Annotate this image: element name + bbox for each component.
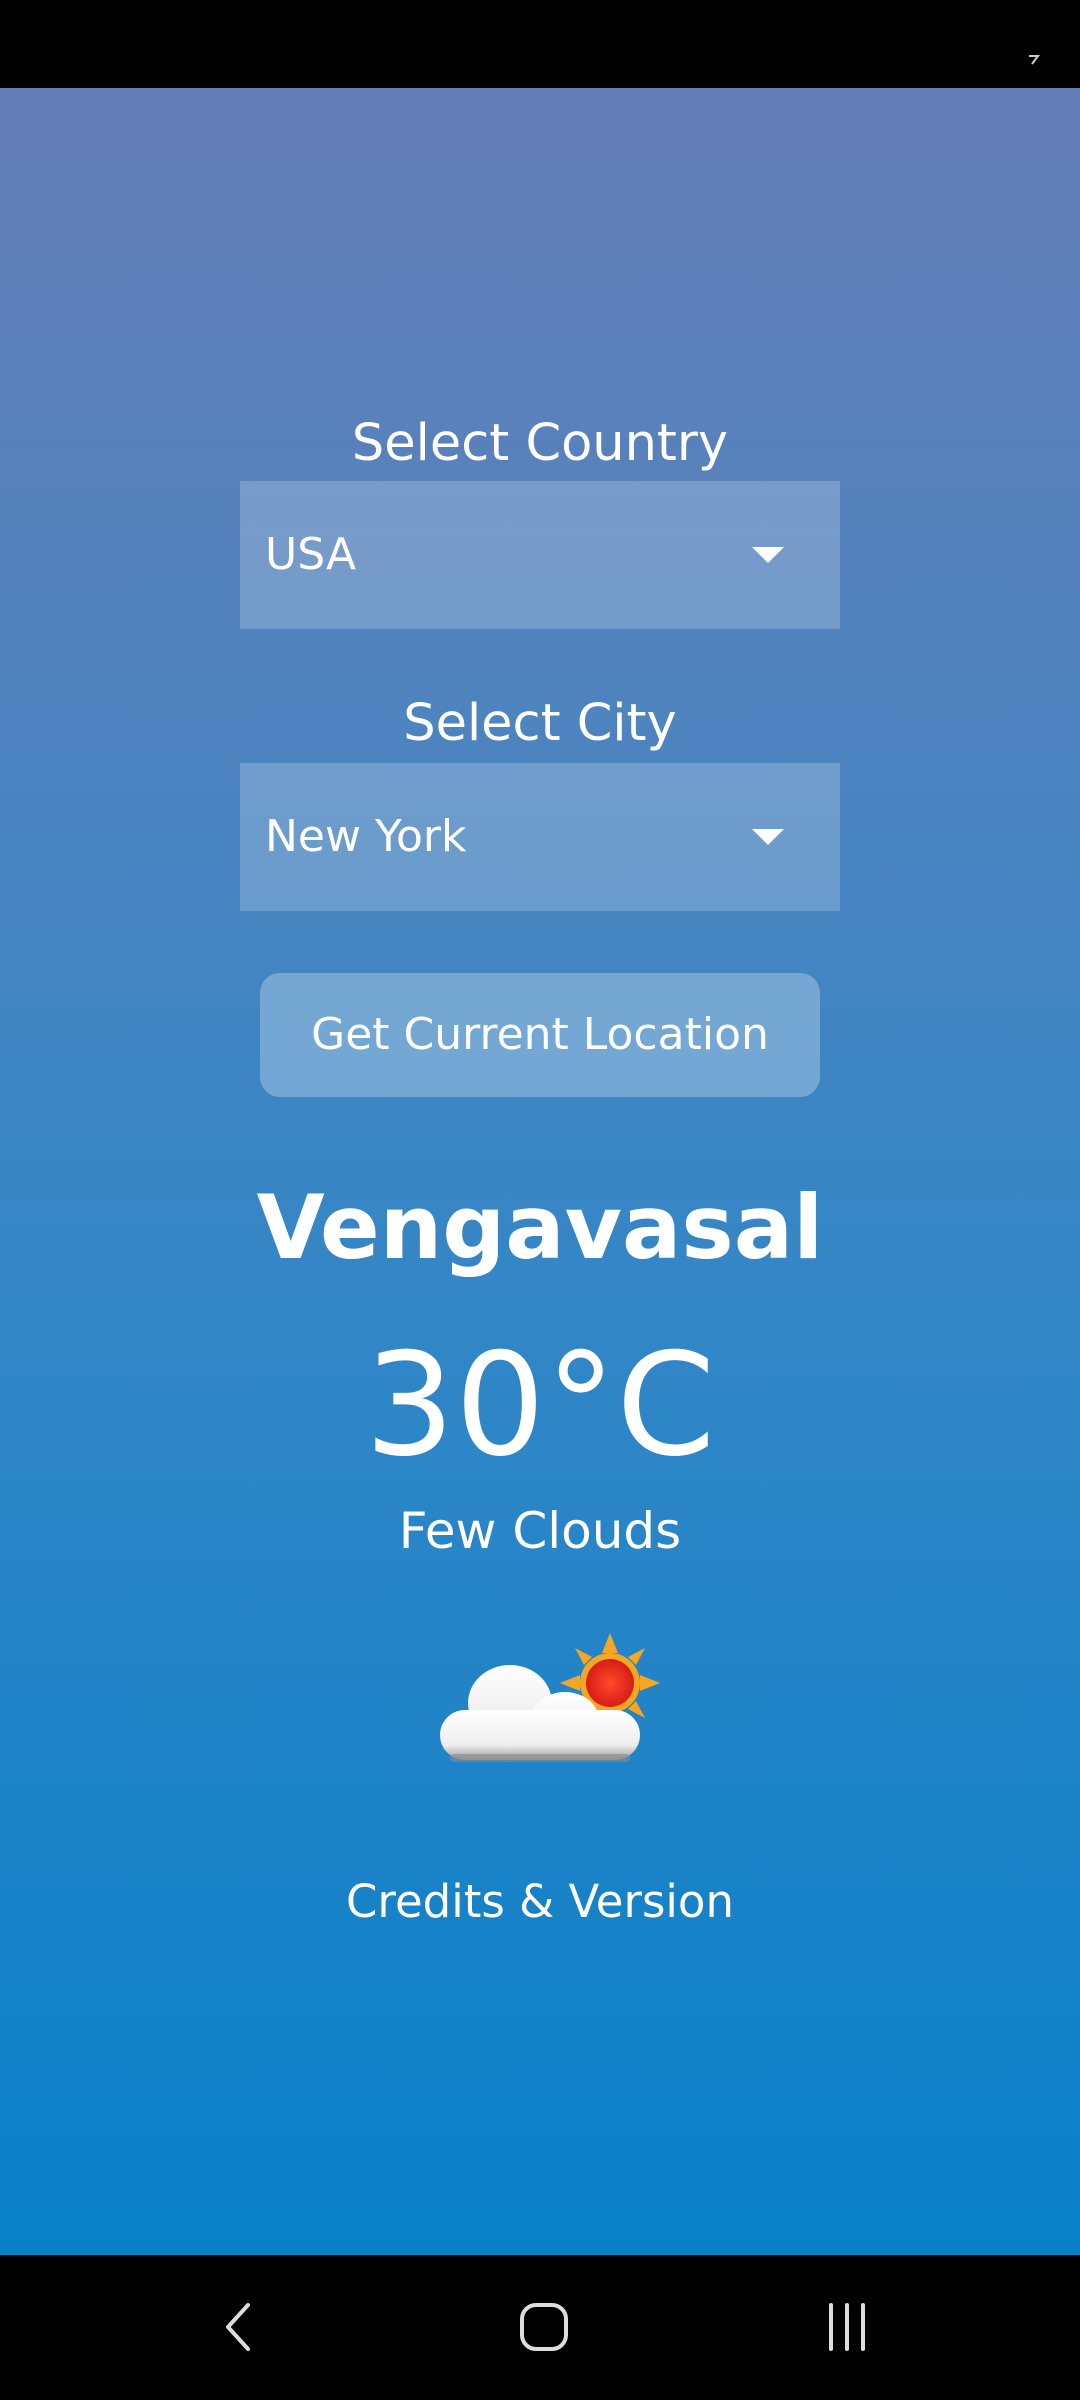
- country-selected-value: USA: [265, 529, 357, 580]
- few-clouds-icon: [440, 1633, 660, 1762]
- city-label: Select City: [403, 694, 677, 753]
- phone-screen: Select Country USA Select City New York …: [0, 0, 1080, 2400]
- home-icon: [520, 2303, 568, 2351]
- city-selected-value: New York: [265, 811, 467, 862]
- back-button[interactable]: [182, 2255, 302, 2400]
- weather-condition: Few Clouds: [398, 1502, 682, 1560]
- temperature: 30°C: [364, 1323, 716, 1488]
- get-current-location-button[interactable]: Get Current Location: [260, 973, 820, 1097]
- recents-button[interactable]: [787, 2255, 907, 2400]
- country-dropdown[interactable]: USA: [240, 481, 840, 629]
- city-dropdown[interactable]: New York: [240, 763, 840, 911]
- back-icon: [226, 2303, 250, 2351]
- weather-app: Select Country USA Select City New York …: [0, 88, 1080, 2255]
- country-label: Select Country: [351, 414, 729, 473]
- navigation-bar: [0, 2255, 1080, 2400]
- credits-version-link[interactable]: Credits & Version: [0, 1872, 1080, 1932]
- chevron-down-icon: [752, 829, 784, 845]
- chevron-down-icon: [752, 547, 784, 563]
- home-button[interactable]: [484, 2255, 604, 2400]
- signal-icon: [1029, 55, 1040, 65]
- recents-icon: [829, 2303, 865, 2351]
- city-name: Vengavasal: [256, 1176, 824, 1279]
- status-bar: [0, 0, 1080, 88]
